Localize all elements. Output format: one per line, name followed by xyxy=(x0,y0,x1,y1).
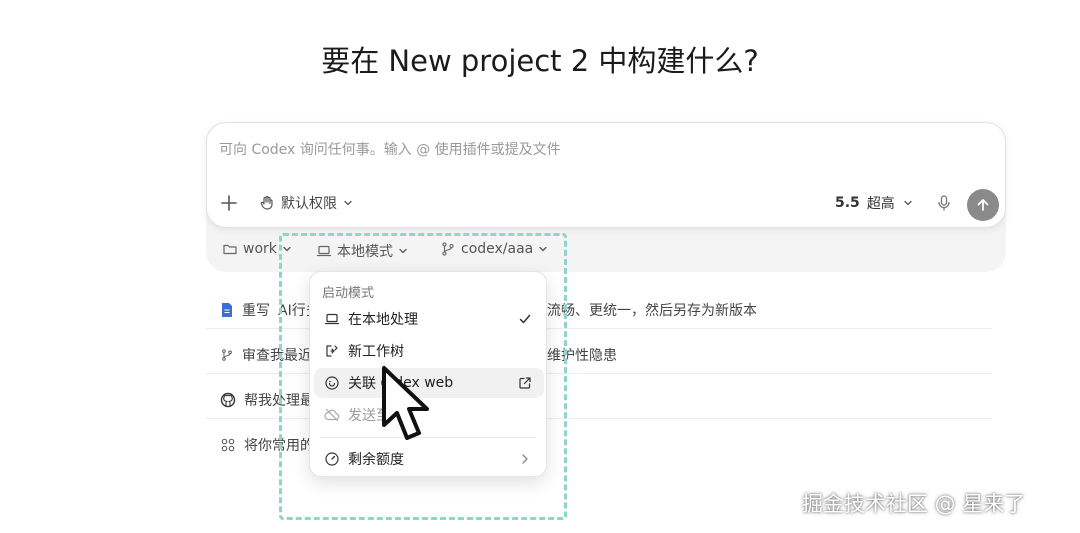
chevron-down-icon xyxy=(343,198,353,208)
model-speed: 超高 xyxy=(866,196,895,212)
model-selector[interactable]: 5.5 超高 xyxy=(835,193,913,213)
chevron-right-icon xyxy=(518,452,532,466)
gauge-icon xyxy=(324,451,340,467)
folder-label: work xyxy=(243,241,277,257)
prompt-input[interactable]: 可向 Codex 询问任何事。输入 @ 使用插件或提及文件 xyxy=(219,139,561,159)
menu-item-quota[interactable]: 剩余额度 xyxy=(314,444,544,474)
menu-item-label: 新工作树 xyxy=(348,344,404,360)
hand-icon xyxy=(259,195,275,211)
folder-icon xyxy=(222,241,238,257)
menu-item-local[interactable]: 在本地处理 xyxy=(314,304,544,334)
suggestion-text-right: 流畅、更统一，然后另存为新版本 xyxy=(547,302,757,319)
model-version: 5.5 xyxy=(835,195,860,211)
page-title: 要在 New project 2 中构建什么? xyxy=(321,44,759,78)
check-icon xyxy=(518,312,532,326)
permission-selector[interactable]: 默认权限 xyxy=(259,193,353,213)
composer[interactable]: 可向 Codex 询问任何事。输入 @ 使用插件或提及文件 默认权限 5.5 超… xyxy=(206,122,1006,228)
menu-item-worktree[interactable]: 新工作树 xyxy=(314,336,544,366)
github-icon xyxy=(220,392,236,408)
chevron-down-icon xyxy=(903,198,913,208)
worktree-icon xyxy=(324,343,340,359)
document-icon xyxy=(220,302,234,318)
external-link-icon xyxy=(518,376,532,390)
microphone-icon[interactable] xyxy=(935,194,953,212)
grid-icon xyxy=(220,437,236,453)
permission-label: 默认权限 xyxy=(281,196,337,212)
menu-item-label: 剩余额度 xyxy=(348,452,404,468)
send-button[interactable] xyxy=(967,189,999,221)
laptop-icon xyxy=(324,311,340,327)
add-icon[interactable] xyxy=(219,193,239,213)
menu-header: 启动模式 xyxy=(322,286,375,301)
menu-item-label: 在本地处理 xyxy=(348,312,418,328)
watermark: 掘金技术社区 @ 星来了 xyxy=(802,492,1026,516)
mouse-pointer-icon xyxy=(380,365,442,445)
arrow-up-icon xyxy=(975,197,991,213)
suggestion-text: 重写 xyxy=(242,302,270,319)
cloud-link-icon xyxy=(324,375,340,391)
branch-icon xyxy=(220,347,234,363)
cloud-off-icon xyxy=(324,407,340,423)
